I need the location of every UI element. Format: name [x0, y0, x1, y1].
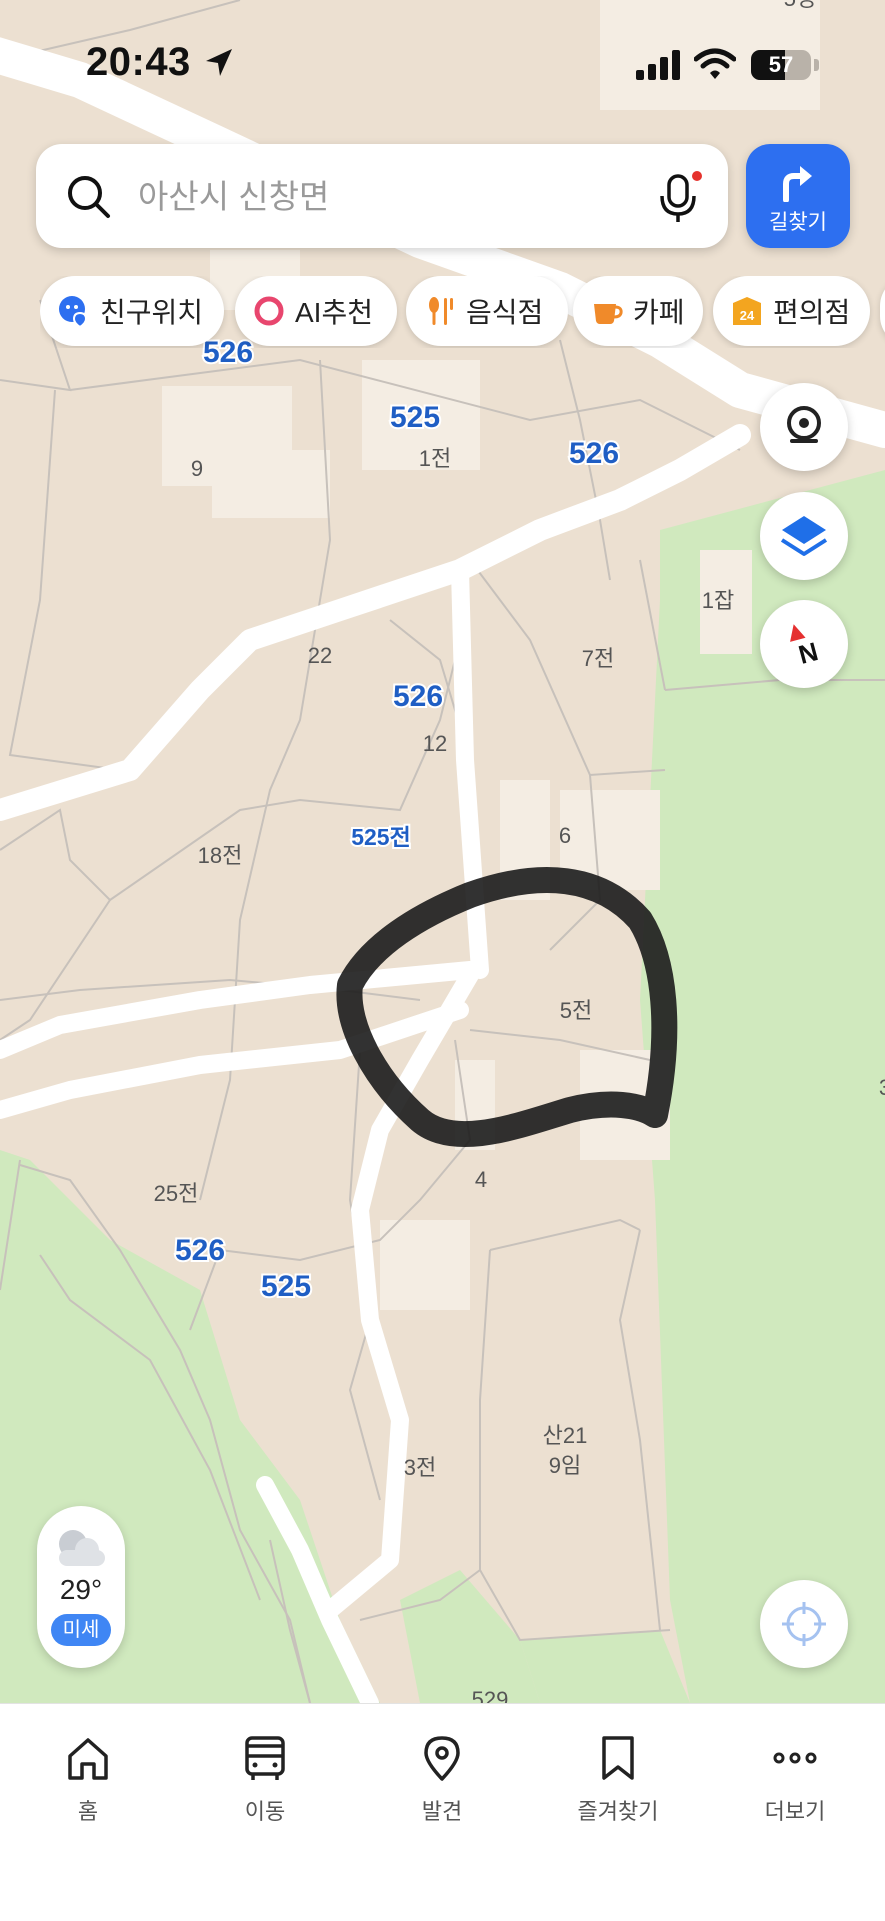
- road-number: 525: [261, 1270, 311, 1303]
- tab-label: 이동: [244, 1799, 286, 1824]
- chip-label: 친구위치: [100, 297, 204, 328]
- home-icon: [68, 1738, 108, 1780]
- chip-label: 카페: [633, 297, 685, 328]
- parcel-label: 4: [475, 1167, 487, 1192]
- bus-icon: [245, 1736, 285, 1780]
- parcel-label: 산21: [543, 1423, 588, 1448]
- chip-restaurant[interactable]: 음식점: [406, 276, 568, 346]
- location-pin-icon: [424, 1736, 460, 1781]
- road-number: 525전: [351, 824, 411, 850]
- parcel-label: 9임: [549, 1453, 581, 1478]
- cctv-icon: [787, 406, 821, 443]
- compass-north-icon: N: [790, 624, 821, 670]
- location-arrow-icon: [206, 49, 232, 76]
- tab-label: 즐겨찾기: [577, 1799, 659, 1824]
- battery-indicator: 57: [751, 50, 811, 80]
- battery-cap: [814, 59, 819, 71]
- directions-button[interactable]: 길찾기: [746, 144, 850, 248]
- chip-label: AI추천: [295, 297, 373, 328]
- microphone-icon[interactable]: [652, 168, 708, 224]
- status-time: 20:43: [86, 40, 191, 84]
- tab-label: 더보기: [764, 1799, 826, 1824]
- cctv-button[interactable]: [760, 383, 848, 471]
- parcel-label: 3: [879, 1075, 885, 1100]
- cloud-icon: [59, 1530, 105, 1566]
- road-number: 525: [390, 401, 440, 434]
- chip-convenience-store[interactable]: 24 편의점: [713, 276, 870, 346]
- weather-widget[interactable]: 29° 미세: [37, 1506, 125, 1668]
- tab-discover[interactable]: 발견: [382, 1734, 502, 1826]
- parcel-label: 1잡: [702, 588, 734, 613]
- tab-more[interactable]: 더보기: [735, 1734, 855, 1826]
- parcel-label: 9: [191, 456, 203, 481]
- road-number: 526: [393, 680, 443, 713]
- convenience-store-icon: 24: [733, 297, 761, 325]
- ai-ring-icon: [254, 296, 284, 326]
- weather-temperature: 29°: [59, 1574, 103, 1605]
- search-input[interactable]: [136, 170, 560, 224]
- parcel-label: 1전: [419, 446, 451, 471]
- map-canvas[interactable]: 9 1전 22 12 18전 7전 6 5전 4 25전 3전 산21 9임 5…: [0, 0, 885, 1703]
- parcel-label: 7전: [582, 646, 614, 671]
- directions-label: 길찾기: [769, 211, 827, 234]
- parcel-label: 3전: [404, 1455, 436, 1480]
- restaurant-icon: [429, 297, 453, 325]
- parcel-label: 25전: [154, 1181, 199, 1206]
- parcel-label: 529: [472, 1687, 509, 1703]
- bottom-tab-bar: 홈 이동 발견 즐겨찾기 더보기: [0, 1703, 885, 1921]
- more-icon: [773, 1752, 817, 1764]
- status-bar: 20:43 57: [0, 0, 885, 130]
- layers-button[interactable]: [760, 492, 848, 580]
- wifi-icon: [694, 48, 736, 79]
- parcel-label: 12: [423, 731, 447, 756]
- tab-transit[interactable]: 이동: [205, 1734, 325, 1826]
- road-number: 526: [569, 437, 619, 470]
- layers-icon: [780, 516, 828, 556]
- parcel-label: 6: [559, 823, 571, 848]
- tab-home[interactable]: 홈: [28, 1734, 148, 1826]
- parcel-label: 5전: [560, 998, 592, 1023]
- crosshair-icon: [782, 1602, 826, 1646]
- search-icon: [68, 176, 110, 218]
- current-location-button[interactable]: [760, 1580, 848, 1668]
- chip-more-partial[interactable]: [880, 276, 885, 346]
- search-bar[interactable]: [36, 144, 728, 248]
- chip-friend-location[interactable]: 친구위치: [40, 276, 224, 346]
- chip-ai-recommend[interactable]: AI추천: [235, 276, 397, 346]
- svg-text:24: 24: [740, 308, 755, 323]
- category-chip-row: 친구위치 AI추천 음식점 카페 24 편의점: [40, 276, 885, 348]
- tab-label: 발견: [421, 1799, 463, 1824]
- compass-button[interactable]: N: [760, 600, 848, 688]
- chip-label: 편의점: [773, 297, 851, 328]
- parcel-label: 18전: [198, 843, 243, 868]
- bookmark-icon: [602, 1736, 634, 1780]
- road-number: 526: [175, 1234, 225, 1267]
- battery-level: 57: [768, 52, 794, 77]
- coffee-cup-icon: [594, 304, 623, 324]
- svg-text:N: N: [795, 636, 821, 670]
- turn-right-arrow-icon: [783, 166, 812, 202]
- tab-label: 홈: [77, 1799, 99, 1824]
- friend-location-icon: [59, 296, 88, 327]
- parcel-label: 22: [308, 643, 332, 668]
- chip-label: 음식점: [466, 297, 544, 328]
- fine-dust-badge: 미세: [51, 1614, 111, 1646]
- signal-icon: [636, 50, 680, 80]
- chip-cafe[interactable]: 카페: [573, 276, 703, 346]
- tab-favorites[interactable]: 즐겨찾기: [558, 1734, 678, 1826]
